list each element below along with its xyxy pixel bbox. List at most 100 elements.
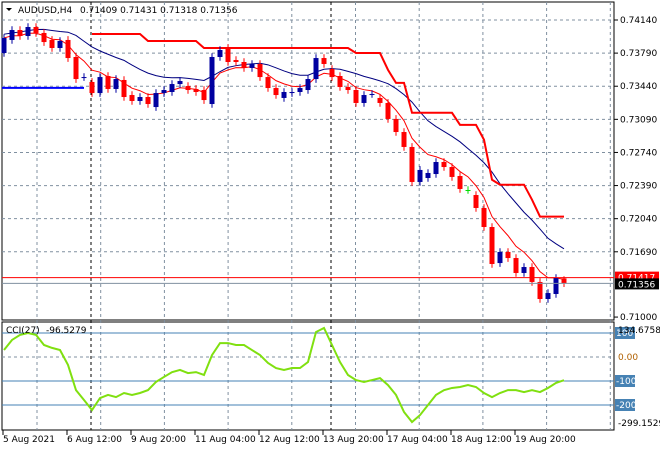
- candle-body: [489, 227, 495, 264]
- bid-price-label: 0.71356: [618, 280, 655, 290]
- candle-body: [473, 195, 479, 208]
- candle-body: [433, 162, 439, 175]
- x-tick-label: 17 Aug 04:00: [387, 435, 448, 445]
- candle-body: [297, 88, 303, 92]
- symbol-timeframe: AUDUSD,H4: [18, 6, 73, 16]
- candle-body: [169, 84, 175, 92]
- candle-body: [225, 48, 231, 63]
- candle-body: [177, 81, 183, 85]
- candle-body: [49, 39, 55, 49]
- candle-body: [201, 90, 207, 101]
- candle-body: [137, 97, 143, 101]
- cci-min-label: -299.1529: [618, 419, 660, 429]
- ohlc-values: 0.71409 0.71431 0.71318 0.71356: [80, 6, 238, 16]
- candle-body: [281, 91, 287, 98]
- candle-body: [97, 77, 103, 94]
- candle-body: [289, 91, 295, 94]
- candle-body: [185, 86, 191, 91]
- candle-body: [57, 41, 63, 49]
- candle-body: [505, 251, 511, 259]
- candle-body: [73, 56, 79, 80]
- x-tick-label: 11 Aug 04:00: [195, 435, 256, 445]
- candle-body: [209, 56, 215, 105]
- candle-body: [457, 176, 463, 189]
- candle-body: [561, 278, 567, 284]
- candle-body: [17, 30, 23, 36]
- candle-body: [105, 76, 111, 89]
- y-tick-label: 0.72040: [620, 215, 657, 225]
- x-tick-label: 18 Aug 12:00: [451, 435, 512, 445]
- x-tick-label: 5 Aug 2021: [3, 435, 55, 445]
- candle-body: [257, 63, 263, 78]
- cci-name: CCI(27): [6, 326, 40, 336]
- candle-body: [33, 27, 39, 33]
- candle-body: [249, 63, 255, 68]
- candle-body: [465, 190, 471, 192]
- candle-body: [41, 32, 47, 43]
- candle-body: [321, 58, 327, 64]
- candle-body: [441, 162, 447, 168]
- candle-body: [121, 79, 127, 98]
- candle-body: [449, 167, 455, 177]
- x-tick-label: 12 Aug 12:00: [259, 435, 320, 445]
- candle-body: [377, 97, 383, 103]
- candle-body: [369, 93, 375, 95]
- y-tick-label: 0.71690: [620, 248, 657, 258]
- x-tick-label: 19 Aug 20:00: [515, 435, 576, 445]
- candle-body: [9, 30, 15, 40]
- y-tick-label: 0.71000: [620, 313, 657, 323]
- candle-body: [329, 69, 335, 78]
- cci-value: -96.5279: [46, 326, 87, 336]
- candle-body: [401, 132, 407, 147]
- candle-body: [337, 76, 343, 87]
- price-chart[interactable]: 0.74140 0.73790 0.73440 0.73090 0.72740 0.723…: [0, 0, 660, 450]
- candle-body: [65, 39, 71, 59]
- candle-body: [313, 58, 319, 80]
- x-tick-label: 9 Aug 20:00: [131, 435, 186, 445]
- x-tick-label: 13 Aug 20:00: [323, 435, 384, 445]
- candle-body: [113, 79, 119, 89]
- candle-body: [497, 251, 503, 264]
- candle-body: [385, 102, 391, 119]
- candle-body: [89, 81, 95, 94]
- candle-body: [193, 88, 199, 92]
- candle-body: [537, 281, 543, 299]
- cci-max-label: 134.6758: [618, 326, 660, 336]
- cci-level-label: 0.00: [618, 353, 638, 363]
- y-tick-label: 0.73790: [620, 49, 657, 59]
- candle-body: [529, 267, 535, 282]
- candle-body: [305, 79, 311, 91]
- candle-body: [1, 37, 7, 54]
- y-tick-label: 0.72740: [620, 148, 657, 158]
- y-tick-label: 0.72390: [620, 182, 657, 192]
- candle-body: [345, 86, 351, 91]
- cci-panel: [1, 321, 615, 431]
- candle-body: [273, 88, 279, 96]
- x-tick-label: 6 Aug 12:00: [67, 435, 122, 445]
- candle-body: [25, 27, 31, 36]
- candle-body: [481, 207, 487, 228]
- candle-body: [417, 169, 423, 182]
- candle-body: [521, 267, 527, 273]
- candle-body: [129, 95, 135, 101]
- cci-level-label: -100: [616, 377, 637, 387]
- candle-body: [161, 90, 167, 94]
- y-tick-label: 0.74140: [620, 16, 657, 26]
- cci-level-label: -200: [616, 401, 637, 411]
- candle-body: [513, 258, 519, 273]
- candle-body: [233, 60, 239, 63]
- candle-body: [217, 49, 223, 57]
- candle-body: [153, 93, 159, 108]
- candle-body: [553, 277, 559, 294]
- candle-body: [81, 77, 87, 79]
- candle-body: [409, 146, 415, 182]
- candle-body: [545, 293, 551, 299]
- candle-body: [361, 95, 367, 103]
- candle-body: [265, 77, 271, 89]
- candle-body: [393, 118, 399, 133]
- y-tick-label: 0.73440: [620, 82, 657, 92]
- y-tick-label: 0.73090: [620, 115, 657, 125]
- candle-body: [241, 62, 247, 68]
- candle-body: [353, 90, 359, 103]
- candle-body: [425, 172, 431, 178]
